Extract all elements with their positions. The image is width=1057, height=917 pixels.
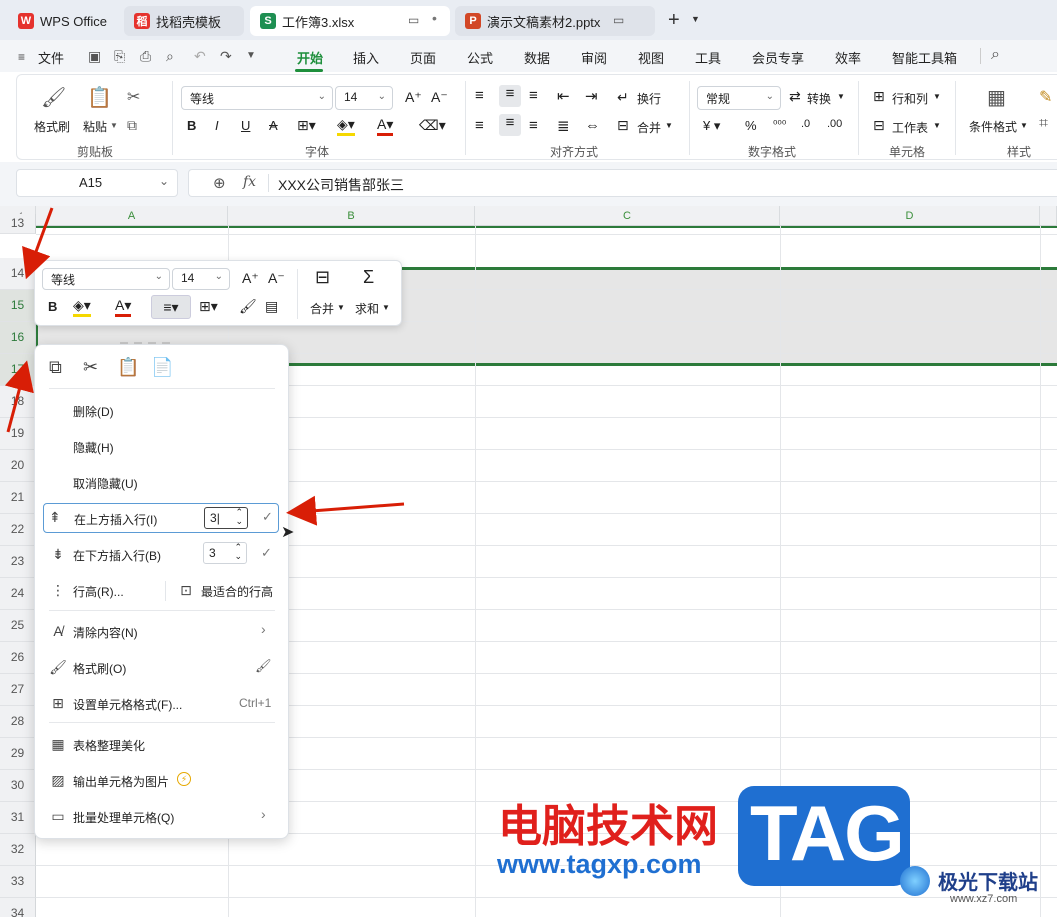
watermark-brand2: 极光下载站: [938, 872, 1038, 894]
arrow-to-row-15: [22, 207, 54, 280]
watermark-site-cn: 电脑技术网: [498, 801, 718, 852]
annotation-arrows: [4, 207, 405, 526]
arrow-to-row-17: [4, 360, 34, 433]
arrow-to-insert-above: [286, 495, 405, 526]
watermark-tag-logo: TAG: [738, 786, 910, 886]
aurora-logo-icon: [900, 866, 930, 896]
watermark-brand2-url: www.xz7.com: [950, 893, 1018, 905]
watermark-site-url: www.tagxp.com: [497, 849, 702, 879]
